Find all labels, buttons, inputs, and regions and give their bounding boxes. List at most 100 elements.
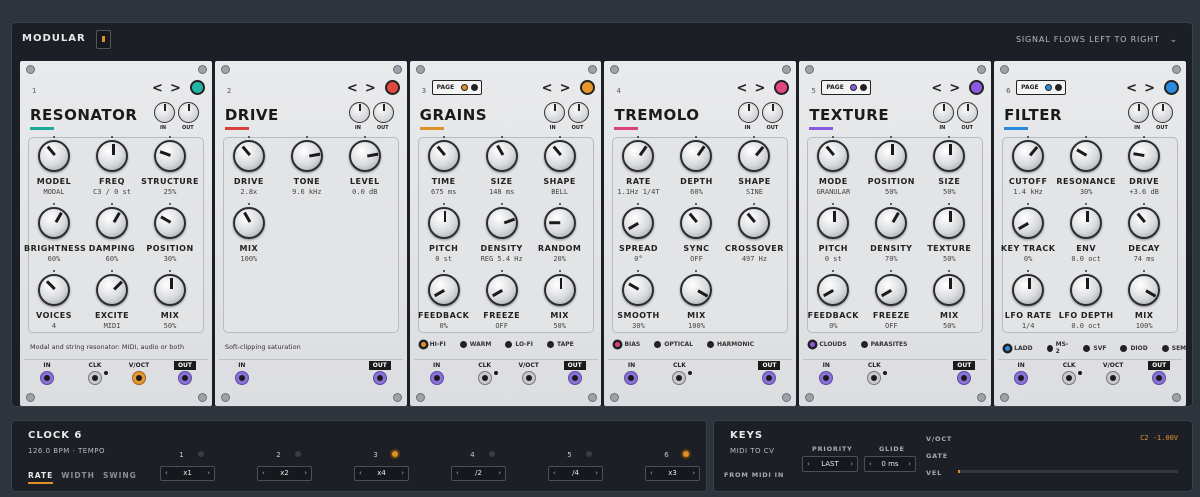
jack-out[interactable]: OUT xyxy=(1144,361,1174,385)
knob-feedback[interactable]: FEEDBACK 0% xyxy=(414,270,474,330)
knob-dial[interactable] xyxy=(738,207,771,239)
input-gain-knob[interactable] xyxy=(543,102,565,123)
knob-dial[interactable] xyxy=(485,274,518,306)
jack-socket[interactable] xyxy=(88,371,102,385)
mode-option[interactable]: PARASITES xyxy=(860,341,907,348)
mode-option[interactable]: WARM xyxy=(459,341,491,348)
knob-structure[interactable]: STRUCTURE 25% xyxy=(140,136,200,196)
clock-rate-select[interactable]: ‹ /2 › xyxy=(451,466,506,481)
knob-dial[interactable] xyxy=(1070,207,1103,239)
knob-dial[interactable] xyxy=(817,207,850,239)
knob-dial[interactable] xyxy=(290,140,323,172)
knob-dial[interactable] xyxy=(622,207,655,239)
next-module-button[interactable]: > xyxy=(365,81,376,96)
jack-clk[interactable]: CLK xyxy=(664,361,694,385)
knob-dial[interactable] xyxy=(485,207,518,239)
knob-dial[interactable] xyxy=(38,274,70,306)
rate-prev[interactable]: ‹ xyxy=(553,467,556,480)
knob-mix[interactable]: MIX 50% xyxy=(140,270,200,330)
mode-option[interactable]: HI-FI xyxy=(419,341,446,348)
knob-dial[interactable] xyxy=(933,140,966,172)
knob-time[interactable]: TIME 675 ms xyxy=(414,136,474,196)
knob-dial[interactable] xyxy=(817,140,850,172)
knob-decay[interactable]: DECAY 74 ms xyxy=(1114,203,1174,263)
jack-clk[interactable]: CLK xyxy=(859,361,889,385)
knob-cutoff[interactable]: CUTOFF 1.4 kHz xyxy=(998,136,1058,196)
mode-option[interactable]: SEM xyxy=(1161,341,1186,355)
knob-dial[interactable] xyxy=(427,207,460,239)
jack-socket[interactable] xyxy=(867,371,882,385)
knob-feedback[interactable]: FEEDBACK 0% xyxy=(803,270,863,330)
rate-prev[interactable]: ‹ xyxy=(165,467,168,480)
knob-dial[interactable] xyxy=(1128,274,1161,306)
knob-random[interactable]: RANDOM 20% xyxy=(530,203,590,263)
knob-pitch[interactable]: PITCH 0 st xyxy=(803,203,863,263)
knob-level[interactable]: LEVEL 0.0 dB xyxy=(335,136,395,196)
knob-dial[interactable] xyxy=(543,140,576,172)
knob-mix[interactable]: MIX 100% xyxy=(1114,270,1174,330)
knob-dial[interactable] xyxy=(875,140,908,172)
knob-dial[interactable] xyxy=(1070,274,1103,306)
knob-dial[interactable] xyxy=(154,274,186,306)
knob-brightness[interactable]: BRIGHTNESS 60% xyxy=(24,203,86,263)
output-gain-knob[interactable] xyxy=(762,102,784,123)
input-gain-knob[interactable] xyxy=(1128,102,1150,123)
jack-out[interactable]: OUT xyxy=(754,361,784,385)
next-module-button[interactable]: > xyxy=(754,81,765,96)
knob-key-track[interactable]: KEY TRACK 0% xyxy=(998,203,1058,263)
jack-socket[interactable] xyxy=(40,371,54,385)
mode-option[interactable]: LO-FI xyxy=(505,341,533,348)
knob-dial[interactable] xyxy=(427,140,460,172)
knob-resonance[interactable]: RESONANCE 30% xyxy=(1056,136,1116,196)
knob-dial[interactable] xyxy=(738,140,771,172)
knob-drive[interactable]: DRIVE +3.6 dB xyxy=(1114,136,1174,196)
knob-damping[interactable]: DAMPING 60% xyxy=(82,203,142,263)
jack-out[interactable]: OUT xyxy=(949,361,979,385)
jack-socket[interactable] xyxy=(234,371,249,385)
knob-dial[interactable] xyxy=(543,207,576,239)
input-gain-knob[interactable] xyxy=(933,102,955,123)
output-gain-knob[interactable] xyxy=(957,102,979,123)
knob-dial[interactable] xyxy=(875,207,908,239)
jack-clk[interactable]: CLK xyxy=(470,361,500,385)
prev-module-button[interactable]: < xyxy=(1126,81,1137,96)
knob-position[interactable]: POSITION 30% xyxy=(140,203,200,263)
jack-socket[interactable] xyxy=(1014,371,1029,385)
output-gain-knob[interactable] xyxy=(1152,102,1174,123)
knob-freeze[interactable]: FREEZE OFF xyxy=(861,270,921,330)
mode-option[interactable]: SVF xyxy=(1083,341,1106,355)
knob-mix[interactable]: MIX 100% xyxy=(219,203,279,263)
prev-module-button[interactable]: < xyxy=(347,81,358,96)
jack-socket[interactable] xyxy=(521,371,536,385)
jack-socket[interactable] xyxy=(957,371,972,385)
jack-v-oct[interactable]: V/OCT xyxy=(514,361,544,385)
next-module-button[interactable]: > xyxy=(1144,81,1155,96)
rate-prev[interactable]: ‹ xyxy=(262,467,265,480)
knob-dial[interactable] xyxy=(427,274,460,306)
rate-next[interactable]: › xyxy=(498,467,501,480)
knob-dial[interactable] xyxy=(1128,140,1161,172)
jack-socket[interactable] xyxy=(819,371,834,385)
mode-option[interactable]: HARMONIC xyxy=(706,341,754,348)
jack-socket[interactable] xyxy=(1152,371,1167,385)
jack-socket[interactable] xyxy=(624,371,639,385)
glide-next[interactable]: › xyxy=(908,457,911,471)
knob-density[interactable]: DENSITY 70% xyxy=(861,203,921,263)
jack-in[interactable]: IN xyxy=(422,361,452,385)
next-module-button[interactable]: > xyxy=(170,81,181,96)
next-module-button[interactable]: > xyxy=(949,81,960,96)
mode-option[interactable]: MS-2 xyxy=(1046,341,1070,355)
mode-option[interactable]: CLOUDS xyxy=(809,341,847,348)
knob-dial[interactable] xyxy=(232,140,265,172)
knob-mix[interactable]: MIX 50% xyxy=(919,270,979,330)
jack-in[interactable]: IN xyxy=(32,361,62,385)
rate-next[interactable]: › xyxy=(207,467,210,480)
mode-option[interactable]: TAPE xyxy=(546,341,574,348)
priority-select[interactable]: ‹ LAST › xyxy=(802,456,858,472)
mode-option[interactable]: BIAS xyxy=(614,341,640,348)
page-button[interactable]: PAGE xyxy=(1016,80,1067,95)
tab-rate[interactable]: RATE xyxy=(28,471,54,484)
knob-lfo-rate[interactable]: LFO RATE 1/4 xyxy=(998,270,1058,330)
knob-rate[interactable]: RATE 1.1Hz 1/4T xyxy=(608,136,668,196)
jack-socket[interactable] xyxy=(672,371,687,385)
